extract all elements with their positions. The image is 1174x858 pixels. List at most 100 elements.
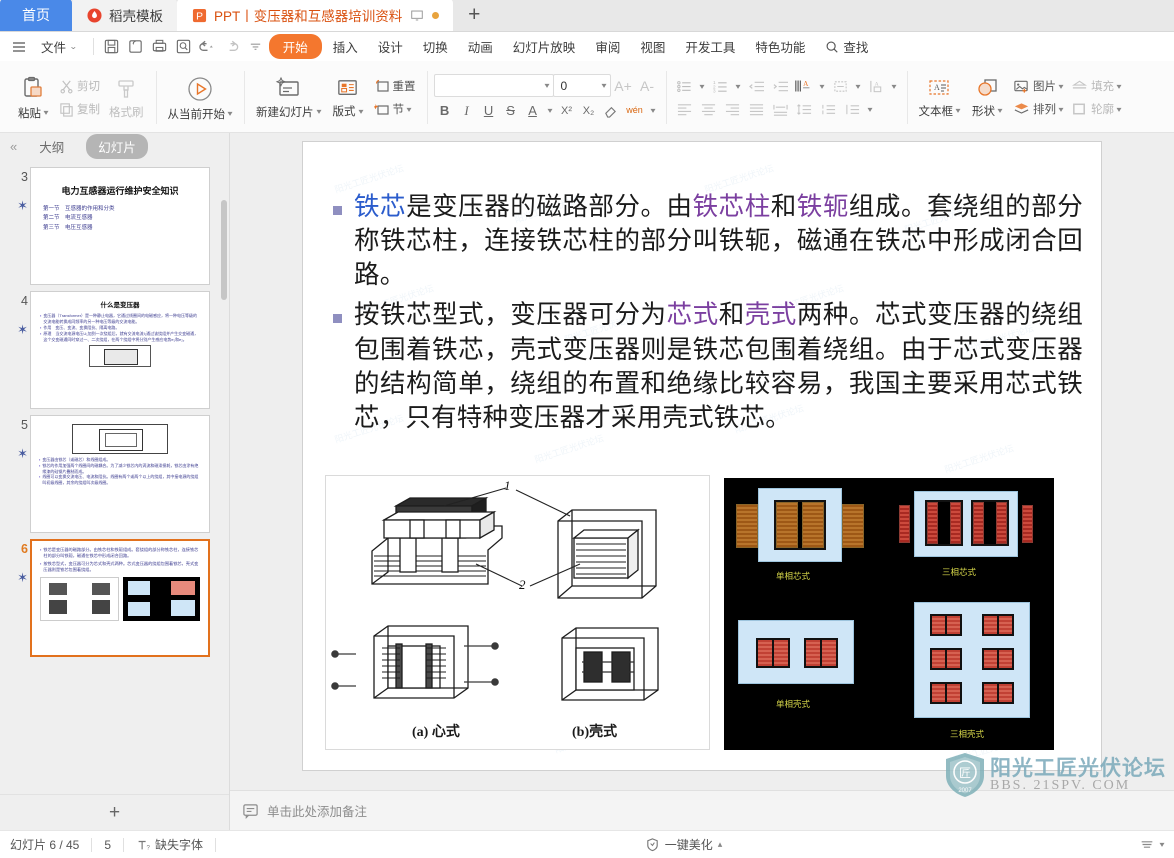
clear-formatting-button[interactable] [600, 100, 622, 121]
italic-button[interactable]: I [456, 100, 478, 121]
text-direction-caret[interactable]: ▾ [817, 76, 828, 96]
redo-icon[interactable] [221, 37, 243, 57]
section-button[interactable]: 节 ▾ [370, 99, 420, 119]
numbered-list-caret[interactable]: ▾ [733, 76, 744, 96]
tab-home[interactable]: 首页 [0, 0, 72, 31]
bold-button[interactable]: B [434, 100, 456, 121]
menu-tab-features[interactable]: 特色功能 [746, 34, 814, 59]
list-item[interactable]: 3 ✶ 电力互感器运行维护安全知识 第一节 互感器的作用和分类 第二节 电流互感… [0, 164, 229, 288]
customize-quick-access-icon[interactable] [245, 37, 267, 57]
tab-ppt-document[interactable]: P PPT丨变压器和互感器培训资料 [177, 0, 454, 31]
align-center-icon[interactable] [697, 99, 720, 119]
menu-tab-insert[interactable]: 插入 [324, 34, 367, 59]
list-item[interactable]: 5 ✶ ▪ 变压器由铁芯（或磁芯）和线圈组成。 ▪ 铁芯的作用加强两个线圈间的磁耦合… [0, 412, 229, 536]
new-tab-button[interactable]: + [453, 0, 495, 31]
copy-label: 复制 [77, 104, 100, 116]
underline-button[interactable]: U [478, 100, 500, 121]
align-left-icon[interactable] [673, 99, 696, 119]
justify-icon[interactable] [745, 99, 768, 119]
decrease-indent-icon[interactable] [745, 76, 768, 96]
subscript-button[interactable]: X₂ [578, 100, 600, 121]
strikethrough-button[interactable]: S [500, 100, 522, 121]
tab-template-store[interactable]: 稻壳模板 [72, 0, 177, 31]
textbox-button[interactable]: A 文本框 ▾ [914, 63, 966, 132]
bullet-list-caret[interactable]: ▾ [697, 76, 708, 96]
line-spacing-icon[interactable] [793, 99, 816, 119]
menu-tab-transitions[interactable]: 切换 [414, 34, 457, 59]
paste-button[interactable]: 粘贴 ▾ [11, 63, 55, 132]
line-height-icon[interactable] [841, 99, 864, 119]
align-text-caret[interactable]: ▾ [853, 76, 864, 96]
text-direction-icon[interactable]: A [793, 76, 816, 96]
new-slide-button[interactable]: 新建幻灯片 ▾ [251, 63, 326, 132]
distribute-icon[interactable] [769, 99, 792, 119]
menu-tab-slideshow[interactable]: 幻灯片放映 [504, 34, 585, 59]
slide-thumbnail-list[interactable]: 3 ✶ 电力互感器运行维护安全知识 第一节 互感器的作用和分类 第二节 电流互感… [0, 160, 229, 794]
columns-icon[interactable]: A [865, 76, 888, 96]
menu-tab-design[interactable]: 设计 [369, 34, 412, 59]
align-right-icon[interactable] [721, 99, 744, 119]
sidebar-scrollbar[interactable] [221, 200, 227, 300]
font-color-caret[interactable]: ▾ [544, 100, 556, 121]
current-slide[interactable]: 阳光工匠光伏论坛 阳光工匠光伏论坛 阳光工匠光伏论坛 阳光工匠光伏论坛 阳光工匠… [302, 141, 1102, 771]
cut-button[interactable]: 剪切 [55, 76, 104, 96]
menu-tab-start[interactable]: 开始 [268, 34, 322, 59]
collapse-panel-button[interactable]: « [10, 139, 17, 154]
reset-button[interactable]: 重置 [370, 76, 420, 96]
start-from-current-button[interactable]: 从当前开始 ▾ [163, 63, 238, 132]
status-word-count[interactable]: 5 [104, 838, 111, 852]
increase-font-size-button[interactable]: A+ [612, 76, 635, 96]
shape-button[interactable]: 形状 ▾ [965, 63, 1009, 132]
font-size-select[interactable]: 0 ▾ [552, 74, 611, 97]
save-as-icon[interactable] [125, 37, 147, 57]
arrange-button[interactable]: 排列 ▾ [1009, 99, 1067, 119]
menu-tab-view[interactable]: 视图 [631, 34, 674, 59]
bullet-list-icon[interactable] [673, 76, 696, 96]
slide-thumbnail-4[interactable]: 什么是变压器 ▪ 变压器（Transformer）是一种静止电器，它通过线圈间的电… [30, 291, 210, 409]
line-height-caret[interactable]: ▾ [865, 99, 876, 119]
slide-thumbnail-3[interactable]: 电力互感器运行维护安全知识 第一节 互感器的作用和分类 第二节 电流互感器 第三… [30, 167, 210, 285]
slide-thumbnail-5[interactable]: ▪ 变压器由铁芯（或磁芯）和线圈组成。 ▪ 铁芯的作用加强两个线圈间的磁耦合。为了减… [30, 415, 210, 533]
font-name-select[interactable]: ▾ [433, 74, 554, 97]
presentation-monitor-icon[interactable] [409, 7, 425, 23]
increase-indent-icon[interactable] [769, 76, 792, 96]
menu-tab-animations[interactable]: 动画 [459, 34, 502, 59]
menu-search[interactable]: 查找 [816, 34, 877, 59]
menu-tab-review[interactable]: 审阅 [586, 34, 629, 59]
decrease-font-size-button[interactable]: A- [636, 76, 659, 96]
list-item[interactable]: 4 ✶ 什么是变压器 ▪ 变压器（Transformer）是一种静止电器，它通过线… [0, 288, 229, 412]
pinyin-caret[interactable]: ▾ [648, 100, 659, 121]
copy-button[interactable]: 复制 [55, 99, 104, 119]
hamburger-icon[interactable] [8, 37, 30, 57]
figure-core-shell-photo[interactable]: 1 2 (a) 心式 (b)壳式 [325, 475, 710, 750]
align-text-icon[interactable] [829, 76, 852, 96]
superscript-button[interactable]: X² [556, 100, 578, 121]
paragraph-spacing-icon[interactable] [817, 99, 840, 119]
outline-button[interactable]: 轮廓 ▾ [1067, 99, 1125, 119]
picture-button[interactable]: 图片 ▾ [1009, 76, 1067, 96]
format-painter-button[interactable]: 格式刷 [104, 63, 149, 132]
print-preview-icon[interactable] [173, 37, 195, 57]
slide-text-body[interactable]: 铁芯是变压器的磁路部分。由铁芯柱和铁轭组成。套绕组的部分称铁芯柱，连接铁芯柱的部… [333, 190, 1083, 441]
list-item[interactable]: 6 ✶ ▪ 铁芯是变压器的磁路部分。由铁芯柱和铁轭组成。套绕组的部分称铁芯柱，连接… [0, 536, 229, 660]
undo-icon[interactable] [197, 37, 219, 57]
save-icon[interactable] [101, 37, 123, 57]
tab-slides[interactable]: 幻灯片 [86, 134, 148, 159]
status-slide-count[interactable]: 幻灯片 6 / 45 [10, 836, 79, 853]
figure-transformer-types[interactable]: 单相芯式 三相芯式 单相壳式 三相壳式 [724, 478, 1054, 750]
menu-file[interactable]: 文件 ⌄ [32, 34, 86, 59]
layout-button[interactable]: 版式 ▾ [326, 63, 370, 132]
numbered-list-icon[interactable]: 123 [709, 76, 732, 96]
beautify-button[interactable]: 一键美化 ▴ [645, 836, 722, 853]
menu-tab-developer[interactable]: 开发工具 [676, 34, 744, 59]
pinyin-guide-button[interactable]: wén [622, 100, 648, 121]
status-missing-font[interactable]: ? 缺失字体 [136, 836, 203, 853]
font-color-button[interactable]: A [522, 100, 544, 121]
tab-outline[interactable]: 大纲 [27, 134, 76, 159]
print-icon[interactable] [149, 37, 171, 57]
columns-caret[interactable]: ▾ [889, 76, 900, 96]
slide-thumbnail-6[interactable]: ▪ 铁芯是变压器的磁路部分。由铁芯柱和铁轭组成。套绕组的部分称铁芯柱，连接铁芯柱的… [30, 539, 210, 657]
view-options-button[interactable]: ▾ [1139, 837, 1165, 852]
fill-button[interactable]: 填充 ▾ [1067, 76, 1125, 96]
add-slide-button[interactable]: + [0, 794, 229, 830]
